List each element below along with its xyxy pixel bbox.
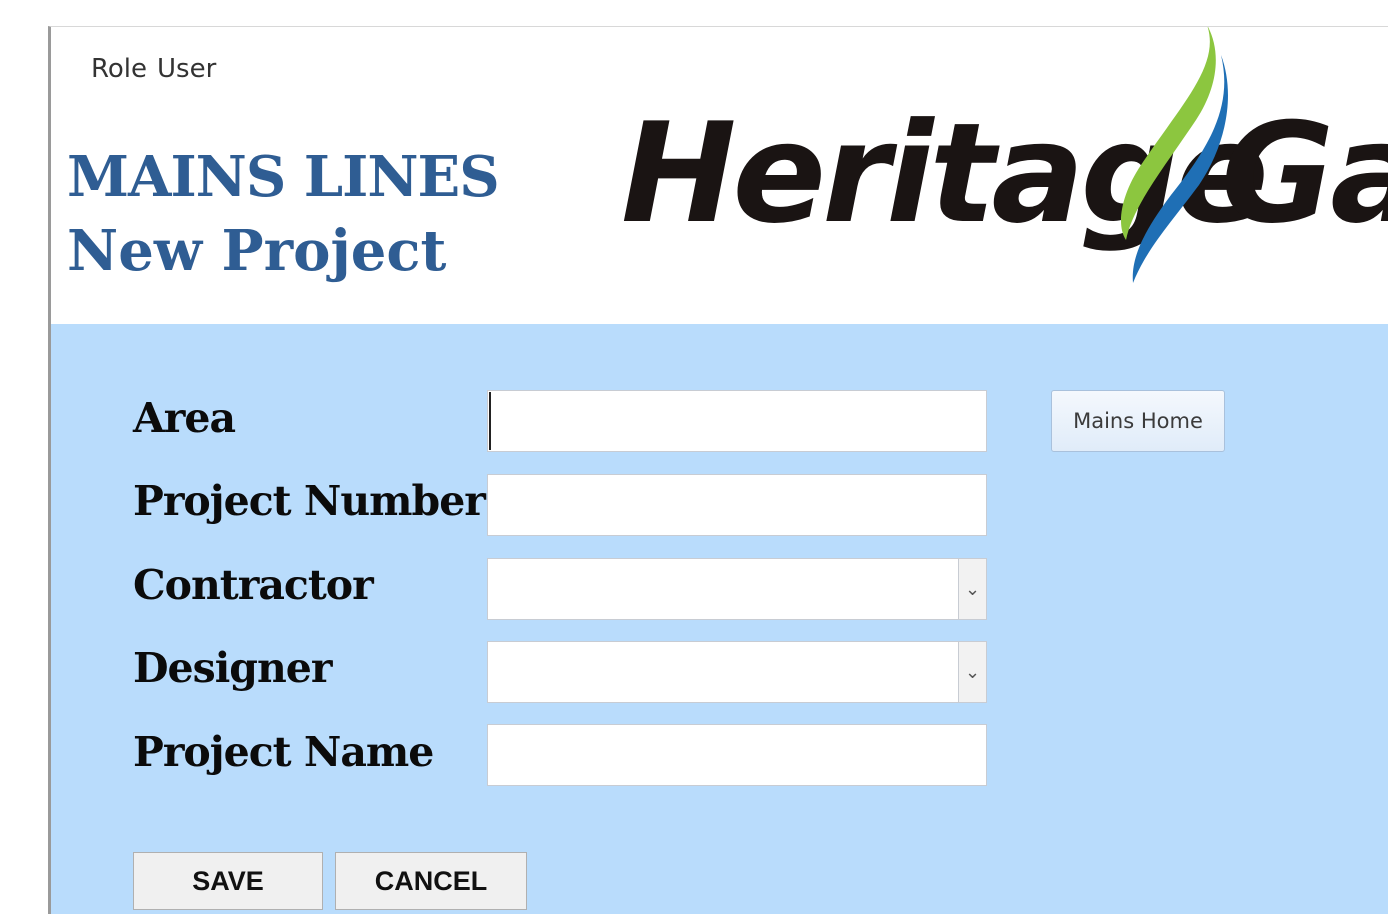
app-window: Role User MAINS LINES New Project Heritag…	[48, 26, 1388, 914]
chevron-down-icon[interactable]: ⌄	[958, 559, 986, 619]
project-name-label: Project Name	[133, 728, 434, 776]
text-caret	[489, 392, 491, 450]
chevron-down-icon[interactable]: ⌄	[958, 642, 986, 702]
project-number-label: Project Number	[133, 477, 486, 525]
role-label: Role	[91, 54, 148, 84]
page-title: MAINS LINES	[67, 144, 500, 210]
save-button[interactable]: SAVE	[133, 852, 323, 910]
logo-text-gas: Gas	[1221, 93, 1388, 254]
designer-label: Designer	[133, 644, 332, 692]
form-panel: Area Project Number Contractor ⌄ Designe…	[51, 324, 1388, 914]
project-number-input[interactable]	[487, 474, 987, 536]
logo-text-heritage: Heritage	[621, 93, 1265, 254]
heritage-gas-logo: Heritage Gas	[621, 27, 1388, 283]
role-indicator: Role User	[91, 54, 226, 84]
area-input[interactable]	[487, 390, 987, 452]
page-subtitle: New Project	[67, 218, 447, 284]
role-value: User	[157, 54, 217, 84]
cancel-button[interactable]: CANCEL	[335, 852, 527, 910]
designer-select[interactable]: ⌄	[487, 641, 987, 703]
mains-home-button[interactable]: Mains Home	[1051, 390, 1225, 452]
area-label: Area	[133, 394, 236, 442]
contractor-select[interactable]: ⌄	[487, 558, 987, 620]
contractor-label: Contractor	[133, 561, 374, 609]
project-name-input[interactable]	[487, 724, 987, 786]
